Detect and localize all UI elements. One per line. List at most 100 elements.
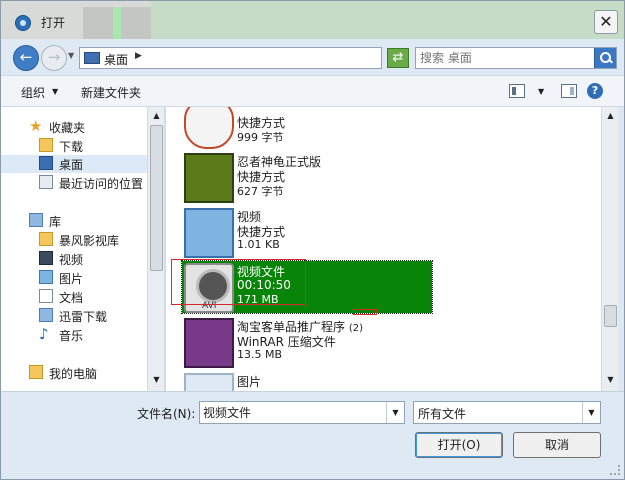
- nav-item-downloads[interactable]: 下载: [1, 137, 147, 155]
- annotation-box: [353, 309, 377, 315]
- music-icon: ♪: [39, 325, 49, 343]
- computer-icon: [29, 365, 43, 379]
- file-list-scrollbar[interactable]: ▲ ▼: [601, 107, 618, 391]
- title-bar-stripe: [113, 7, 121, 39]
- scroll-up-icon[interactable]: ▲: [604, 109, 617, 123]
- video-library-icon: [39, 251, 53, 265]
- nav-item-desktop[interactable]: 桌面: [1, 155, 147, 173]
- list-item[interactable]: 图片: [184, 373, 434, 391]
- folder-icon: [39, 232, 53, 246]
- file-size: 13.5 MB: [237, 348, 283, 361]
- winrar-archive-icon: [184, 318, 234, 368]
- scroll-down-icon[interactable]: ▼: [150, 373, 163, 387]
- close-icon: ✕: [599, 12, 613, 31]
- nav-item-favorites[interactable]: ★ 收藏夹: [1, 118, 147, 136]
- filetype-select[interactable]: 所有文件 ▼: [413, 401, 601, 424]
- nav-pane-scrollbar[interactable]: ▲ ▼: [147, 107, 164, 391]
- organize-menu[interactable]: 组织: [21, 84, 45, 101]
- pictures-folder-icon: [184, 373, 234, 391]
- nav-label: 迅雷下载: [59, 310, 108, 324]
- search-box[interactable]: [415, 47, 617, 69]
- download-folder-icon: [39, 138, 53, 152]
- refresh-button[interactable]: ⇄: [387, 48, 409, 68]
- window-title: 打开: [41, 16, 66, 30]
- filetype-value: 所有文件: [418, 407, 467, 421]
- search-input[interactable]: [420, 50, 590, 66]
- navigation-pane: ★ 收藏夹 下载 桌面 最近访问的位置 库 暴风影视库 视频 图片 文档 迅雷下…: [1, 107, 166, 391]
- chevron-down-icon[interactable]: ▼: [582, 402, 600, 423]
- nav-item-storm-library[interactable]: 暴风影视库: [1, 231, 147, 249]
- resize-grip-icon[interactable]: [610, 465, 620, 475]
- scroll-up-icon[interactable]: ▲: [150, 109, 163, 123]
- open-button[interactable]: 打开(O): [415, 432, 503, 458]
- file-name: 图片: [237, 375, 262, 389]
- list-item[interactable]: 淘宝客单品推广程序 (2) WinRAR 压缩文件 13.5 MB: [184, 318, 484, 372]
- nav-label: 我的电脑: [49, 367, 98, 381]
- breadcrumb-location[interactable]: 桌面: [104, 51, 128, 68]
- list-item[interactable]: 视频 快捷方式 1.01 KB: [184, 208, 434, 262]
- help-icon[interactable]: ?: [587, 83, 603, 99]
- desktop-icon: [39, 156, 53, 170]
- filename-label: 文件名(N):: [137, 407, 196, 421]
- nav-item-video[interactable]: 视频: [1, 250, 147, 268]
- file-size: 1.01 KB: [237, 238, 280, 251]
- dialog-footer: 文件名(N): ▼ 所有文件 ▼ 打开(O) 取消: [1, 391, 624, 479]
- ninja-turtle-game-icon: [184, 153, 234, 203]
- desktop-icon: [84, 52, 100, 64]
- filename-input[interactable]: [203, 405, 383, 419]
- nav-label: 视频: [59, 253, 84, 267]
- video-shortcut-icon: [184, 208, 234, 258]
- view-dropdown-icon[interactable]: ▼: [538, 87, 544, 96]
- chevron-down-icon[interactable]: ▼: [386, 402, 404, 423]
- preview-pane-icon[interactable]: [561, 84, 577, 98]
- nav-label: 图片: [59, 272, 84, 286]
- file-badge: (2): [348, 323, 364, 334]
- documents-library-icon: [39, 289, 53, 303]
- nav-item-pictures[interactable]: 图片: [1, 269, 147, 287]
- nav-label: 最近访问的位置: [59, 177, 144, 191]
- forward-button[interactable]: →: [41, 45, 67, 71]
- refresh-icon: ⇄: [392, 50, 404, 65]
- list-item[interactable]: 忍者神龟正式版 快捷方式 627 字节: [184, 153, 434, 207]
- star-icon: ★: [29, 117, 43, 135]
- library-icon: [29, 213, 43, 227]
- title-bar[interactable]: 打开 ✕: [1, 1, 624, 39]
- new-folder-button[interactable]: 新建文件夹: [81, 84, 141, 101]
- close-button[interactable]: ✕: [594, 10, 618, 34]
- scroll-down-icon[interactable]: ▼: [604, 373, 617, 387]
- cancel-button[interactable]: 取消: [513, 432, 601, 458]
- nav-label: 文档: [59, 291, 84, 305]
- nav-item-music[interactable]: ♪ 音乐: [1, 326, 147, 344]
- scrollbar-thumb[interactable]: [604, 305, 617, 327]
- file-list: 快捷方式 999 字节 忍者神龟正式版 快捷方式 627 字节 视频 快捷方式 …: [166, 107, 601, 391]
- shortcut-app-icon: [184, 107, 234, 149]
- nav-item-documents[interactable]: 文档: [1, 288, 147, 306]
- back-button[interactable]: ←: [13, 45, 39, 71]
- search-icon[interactable]: [594, 48, 616, 68]
- nav-label: 库: [49, 215, 62, 229]
- forward-arrow-icon: →: [47, 48, 61, 66]
- organize-dropdown-icon[interactable]: ▼: [52, 87, 58, 96]
- file-open-dialog: 打开 ✕ ← → ▼ 桌面 ▶ ⇄ 组织 ▼ 新建文件夹 ▼ ? ★ 收藏夹: [0, 0, 625, 480]
- change-view-icon[interactable]: [509, 84, 525, 98]
- breadcrumb-chevron-icon[interactable]: ▶: [135, 51, 142, 61]
- nav-label: 暴风影视库: [59, 234, 120, 248]
- filename-combobox[interactable]: ▼: [199, 401, 405, 424]
- annotation-box: [171, 259, 306, 305]
- nav-label: 桌面: [59, 158, 84, 172]
- nav-item-libraries[interactable]: 库: [1, 212, 147, 230]
- xunlei-download-icon: [39, 308, 53, 322]
- scrollbar-thumb[interactable]: [150, 125, 163, 271]
- nav-item-recent[interactable]: 最近访问的位置: [1, 174, 147, 192]
- pictures-library-icon: [39, 270, 53, 284]
- nav-label: 音乐: [59, 329, 84, 343]
- nav-item-computer[interactable]: 我的电脑: [1, 364, 147, 382]
- address-bar[interactable]: 桌面 ▶: [79, 47, 382, 69]
- nav-label: 下载: [59, 140, 84, 154]
- address-toolbar: ← → ▼ 桌面 ▶ ⇄: [1, 39, 624, 75]
- list-item[interactable]: 快捷方式 999 字节: [184, 107, 434, 153]
- nav-item-xunlei[interactable]: 迅雷下载: [1, 307, 147, 325]
- history-dropdown-icon[interactable]: ▼: [68, 51, 74, 60]
- app-icon: [15, 15, 31, 31]
- nav-label: 收藏夹: [49, 121, 86, 135]
